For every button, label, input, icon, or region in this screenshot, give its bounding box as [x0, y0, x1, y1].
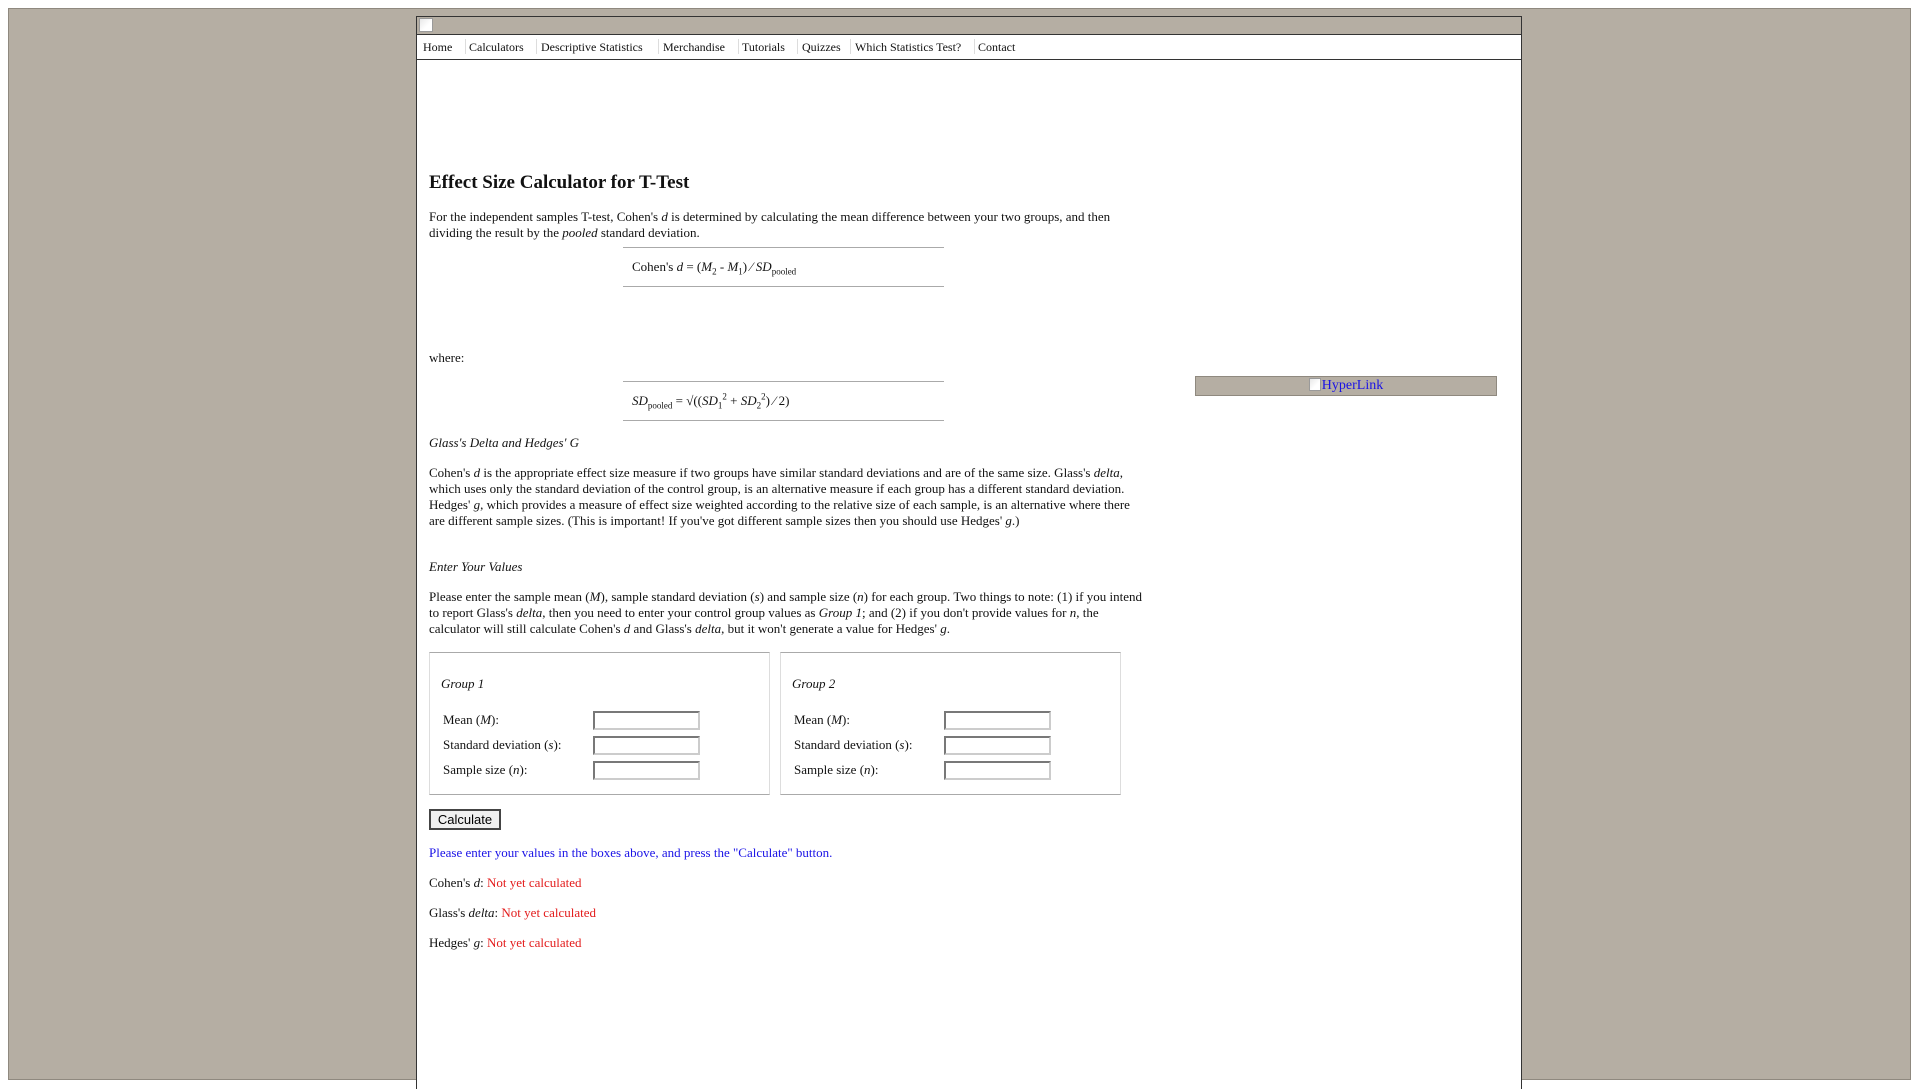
cohens-d-formula: Cohen's d = (M2 - M1) ⁄ SDpooled — [623, 247, 944, 287]
group-1-sd-input[interactable] — [593, 736, 700, 755]
section-title-glass: Glass's Delta and Hedges' G — [429, 435, 579, 450]
sd-pooled-formula: SDpooled = √((SD12 + SD22) ⁄ 2) — [623, 381, 944, 421]
glass-delta-result: Glass's delta: Not yet calculated — [429, 905, 596, 920]
hedges-g-result: Hedges' g: Not yet calculated — [429, 935, 582, 950]
nav-separator — [738, 39, 739, 54]
nav-contact[interactable]: Contact — [978, 40, 1015, 55]
nav-separator — [658, 39, 659, 54]
banner — [417, 17, 1521, 35]
section-title-enter-values: Enter Your Values — [429, 559, 523, 574]
instruction-message: Please enter your values in the boxes ab… — [429, 845, 833, 860]
group-1-title: Group 1 — [441, 676, 485, 691]
group-1-mean-label: Mean (M): — [443, 712, 499, 727]
nav-separator — [850, 39, 851, 54]
intro-paragraph: For the independent samples T-test, Cohe… — [429, 209, 1111, 240]
group-2-sd-label: Standard deviation (s): — [794, 737, 913, 752]
group-2-n-input[interactable] — [944, 761, 1051, 780]
nav-merchandise[interactable]: Merchandise — [663, 40, 725, 55]
nav-separator — [465, 39, 466, 54]
group-1-mean-input[interactable] — [593, 711, 700, 730]
cohens-d-value: Not yet calculated — [486, 875, 582, 890]
group-2-sd-input[interactable] — [944, 736, 1051, 755]
page-title: Effect Size Calculator for T-Test — [429, 172, 690, 193]
where-label: where: — [429, 350, 465, 365]
nav-descriptive-statistics[interactable]: Descriptive Statistics — [541, 40, 643, 55]
broken-image-icon — [1308, 378, 1321, 391]
nav-which-statistics-test[interactable]: Which Statistics Test? — [855, 40, 961, 55]
group-2-panel: Group 2 Mean (M): Standard deviation (s)… — [780, 652, 1121, 795]
group-1-sd-label: Standard deviation (s): — [443, 737, 562, 752]
sidebar-hyperlink[interactable]: HyperLink — [1308, 378, 1383, 393]
cohens-d-result: Cohen's d: Not yet calculated — [429, 875, 582, 890]
group-2-mean-label: Mean (M): — [794, 712, 850, 727]
nav-separator — [974, 39, 975, 54]
page-background: Home Calculators Descriptive Statistics … — [8, 8, 1911, 1089]
broken-image-icon — [419, 18, 433, 32]
hedges-g-value: Not yet calculated — [486, 935, 582, 950]
calculate-button[interactable]: Calculate — [429, 809, 501, 830]
nav-quizzes[interactable]: Quizzes — [802, 40, 841, 55]
nav-separator — [797, 39, 798, 54]
top-navigation: Home Calculators Descriptive Statistics … — [417, 35, 1521, 60]
glass-delta-value: Not yet calculated — [501, 905, 596, 920]
group-1-n-input[interactable] — [593, 761, 700, 780]
main-page: Home Calculators Descriptive Statistics … — [416, 16, 1522, 1089]
glass-hedges-paragraph: Cohen's d is the appropriate effect size… — [429, 465, 1130, 528]
nav-tutorials[interactable]: Tutorials — [742, 40, 785, 55]
group-2-title: Group 2 — [792, 676, 836, 691]
group-1-panel: Group 1 Mean (M): Standard deviation (s)… — [429, 652, 770, 795]
group-1-n-label: Sample size (n): — [443, 762, 528, 777]
nav-separator — [536, 39, 537, 54]
nav-calculators[interactable]: Calculators — [469, 40, 524, 55]
nav-home[interactable]: Home — [423, 40, 452, 55]
group-2-mean-input[interactable] — [944, 711, 1051, 730]
enter-values-paragraph: Please enter the sample mean (M), sample… — [429, 589, 1142, 636]
group-2-n-label: Sample size (n): — [794, 762, 879, 777]
sidebar-ad-box: HyperLink — [1195, 376, 1497, 396]
